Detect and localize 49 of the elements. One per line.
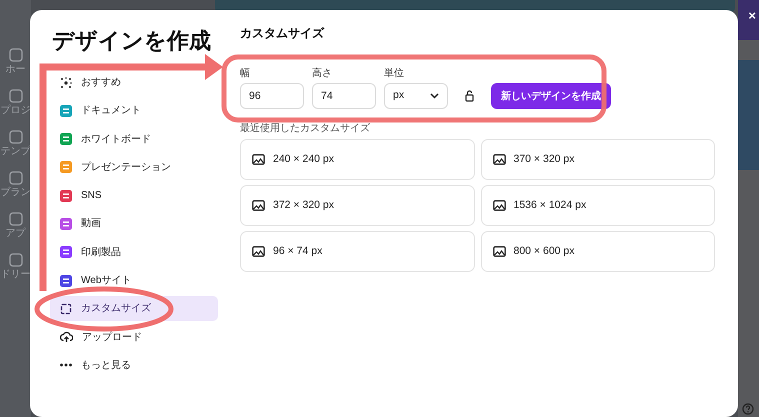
category-item[interactable]: ドキュメント — [50, 98, 151, 124]
category-item[interactable]: もっと見る — [50, 352, 141, 378]
rail-icon[interactable] — [8, 253, 22, 267]
category-item[interactable]: 印刷製品 — [50, 240, 131, 265]
recent-sizes-label: 最近使用したカスタムサイズ — [240, 123, 371, 135]
field-label: 単位 — [384, 68, 405, 79]
image-icon — [492, 246, 506, 257]
width-field[interactable]: 96 — [240, 83, 304, 109]
image-icon — [252, 200, 265, 211]
unit-dropdown[interactable]: px — [384, 83, 448, 109]
create-design-button[interactable]: 新しいデザインを作成 — [491, 83, 611, 109]
height-field[interactable]: 74 — [312, 83, 376, 109]
recent-size-card[interactable]: 1536 × 1024 px — [480, 185, 715, 226]
rail-icon[interactable] — [8, 212, 22, 226]
image-icon — [252, 154, 265, 165]
field-label: 幅 — [240, 68, 251, 79]
help-icon[interactable] — [742, 403, 754, 415]
category-item[interactable]: おすすめ — [50, 70, 131, 95]
recent-size-card[interactable]: 370 × 320 px — [480, 139, 715, 180]
recent-size-card[interactable]: 800 × 600 px — [480, 231, 715, 272]
field-label: 高さ — [312, 68, 333, 79]
category-item[interactable]: 動画 — [50, 211, 111, 236]
recent-size-card[interactable]: 372 × 320 px — [240, 185, 474, 226]
category-item[interactable]: カスタムサイズ — [50, 296, 218, 322]
rail-label: ブラン — [0, 187, 30, 198]
chevron-down-icon — [430, 93, 439, 99]
close-button[interactable]: × — [748, 9, 756, 22]
category-item[interactable]: プレゼンテーション — [50, 154, 181, 180]
rail-label: ドリー — [0, 269, 30, 280]
recent-size-card[interactable]: 96 × 74 px — [240, 231, 474, 272]
category-item[interactable]: ホワイトボード — [50, 126, 161, 152]
category-item[interactable]: アップロード — [50, 324, 152, 350]
image-icon — [252, 246, 265, 257]
lock-icon[interactable] — [465, 90, 474, 102]
rail-icon[interactable] — [8, 171, 22, 185]
image-icon — [492, 200, 506, 211]
rail-label: テンプ — [0, 146, 30, 157]
section-heading: カスタムサイズ — [240, 26, 326, 40]
category-item[interactable]: SNS — [50, 183, 112, 208]
rail-label: ホー — [6, 64, 26, 75]
rail-icon[interactable] — [8, 89, 22, 103]
rail-icon[interactable] — [8, 48, 22, 62]
dialog-title: デザインを作成 — [52, 27, 212, 55]
rail-label: アプ — [6, 228, 26, 239]
rail-label: プロジ — [0, 105, 30, 116]
category-item[interactable]: Webサイト — [50, 268, 142, 294]
rail-icon[interactable] — [8, 130, 22, 144]
image-icon — [492, 154, 506, 165]
recent-size-card[interactable]: 240 × 240 px — [240, 139, 474, 180]
